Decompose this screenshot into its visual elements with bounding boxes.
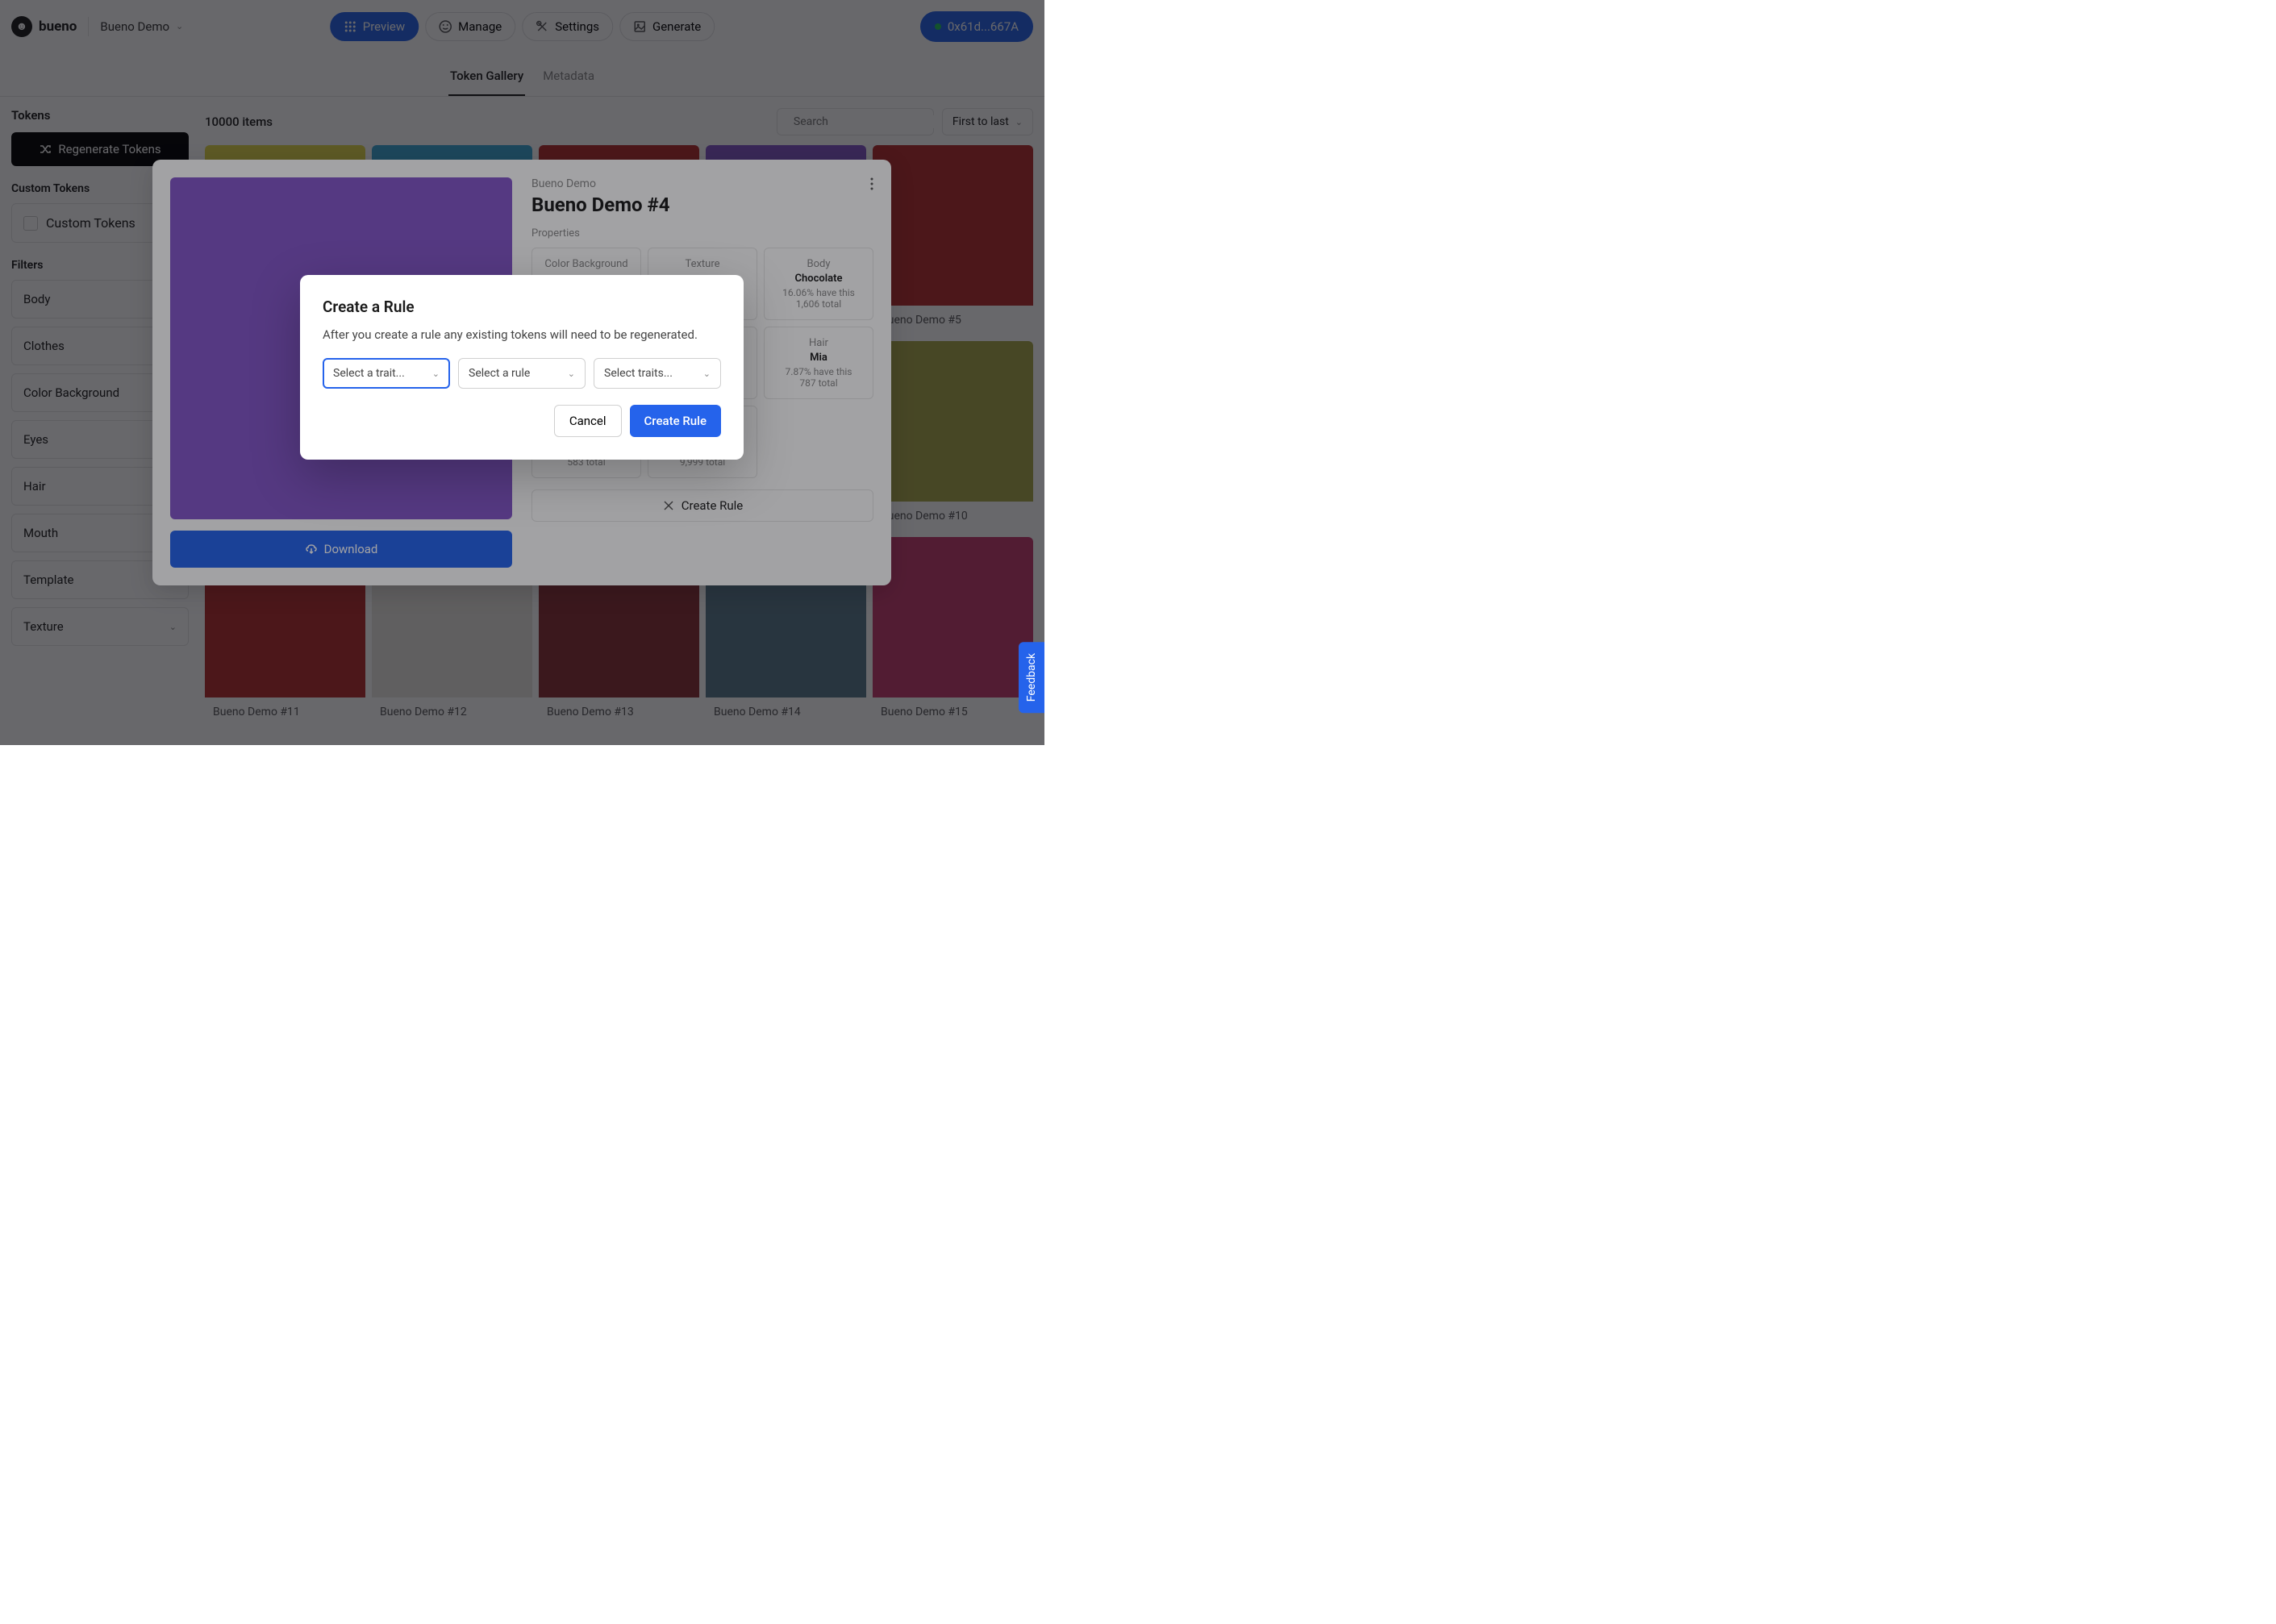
- modal-description: After you create a rule any existing tok…: [323, 327, 721, 342]
- create-rule-modal: Create a Rule After you create a rule an…: [300, 275, 744, 460]
- chevron-down-icon: ⌄: [432, 369, 440, 379]
- chevron-down-icon: ⌄: [703, 369, 711, 379]
- modal-actions: Cancel Create Rule: [323, 405, 721, 437]
- chevron-down-icon: ⌄: [568, 369, 575, 379]
- select-rule-dropdown[interactable]: Select a rule ⌄: [458, 358, 586, 389]
- select-traits-dropdown[interactable]: Select traits... ⌄: [594, 358, 721, 389]
- create-rule-button[interactable]: Create Rule: [630, 405, 721, 437]
- select-trait-dropdown[interactable]: Select a trait... ⌄: [323, 358, 450, 389]
- feedback-tab[interactable]: Feedback: [1019, 642, 1044, 713]
- select-rule-label: Select a rule: [469, 367, 530, 380]
- modal-title: Create a Rule: [323, 298, 721, 316]
- modal-fields: Select a trait... ⌄ Select a rule ⌄ Sele…: [323, 358, 721, 389]
- select-trait-label: Select a trait...: [333, 367, 405, 380]
- select-traits-label: Select traits...: [604, 367, 673, 380]
- cancel-button[interactable]: Cancel: [554, 405, 622, 437]
